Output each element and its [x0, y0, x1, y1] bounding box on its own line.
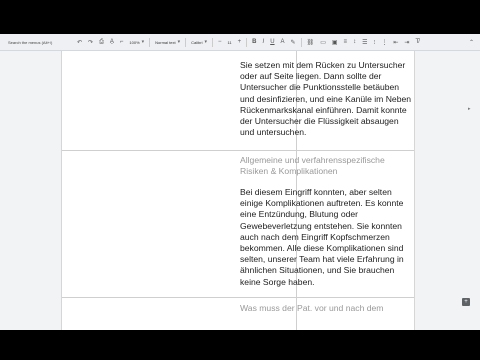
decrease-font-icon[interactable]: − [216, 37, 224, 47]
clear-formatting-icon[interactable]: T̸ [413, 37, 421, 47]
table-cell-risks-text[interactable]: Bei diesem Eingriff konnten, aber selten… [240, 187, 414, 288]
table-row-border [62, 150, 414, 151]
comment-icon[interactable]: ▭ [318, 37, 328, 47]
increase-indent-icon[interactable]: ⇥ [402, 37, 411, 47]
font-dropdown[interactable]: Calibri ▾ [188, 39, 210, 45]
table-row-border [62, 297, 414, 298]
table-cell-risks-heading[interactable]: Allgemeine und verfahrensspezifische Ris… [240, 155, 414, 177]
font-value: Calibri [191, 39, 203, 45]
toolbar-divider [246, 37, 248, 47]
toolbar-divider [149, 37, 151, 47]
formatting-toolbar: Search the menus (Alt+/) ↶ ↷ ⎙ A̱ ⌐ 100%… [0, 34, 480, 51]
undo-icon[interactable]: ↶ [75, 37, 84, 47]
decrease-indent-icon[interactable]: ⇤ [391, 37, 400, 47]
paint-format-icon[interactable]: ⌐ [118, 37, 126, 47]
link-icon[interactable]: ⛓ [305, 37, 317, 47]
style-value: Normal text [155, 39, 176, 45]
letterbox-bottom [0, 330, 480, 360]
font-size-field[interactable]: 11 [225, 40, 235, 45]
style-dropdown[interactable]: Normal text ▾ [152, 39, 183, 45]
bulleted-list-icon[interactable]: ⁝ [371, 37, 377, 47]
line-spacing-icon[interactable]: ↕ [351, 37, 358, 47]
side-ruler-icon: ▸ [468, 106, 471, 112]
redo-icon[interactable]: ↷ [86, 37, 95, 47]
italic-button[interactable]: I [261, 37, 267, 47]
text-color-button[interactable]: A [279, 37, 287, 47]
menu-search-box[interactable]: Search the menus (Alt+/) [8, 37, 70, 47]
chevron-down-icon: ▾ [177, 39, 181, 45]
zoom-dropdown[interactable]: 100% ▾ [126, 39, 147, 45]
explore-icon[interactable]: + [462, 298, 470, 306]
table-cell-next-heading[interactable]: Was muss der Pat. vor und nach dem [240, 303, 414, 314]
align-icon[interactable]: ≡ [342, 37, 350, 47]
toolbar-divider [211, 37, 213, 47]
toolbar-divider [185, 37, 187, 47]
checklist-icon[interactable]: ☰ [360, 37, 369, 47]
bold-button[interactable]: B [250, 37, 258, 47]
chevron-down-icon: ▾ [141, 39, 145, 45]
zoom-value: 100% [129, 39, 140, 45]
spellcheck-icon[interactable]: A̱ [108, 37, 116, 47]
letterbox-top [0, 0, 480, 34]
increase-font-icon[interactable]: + [236, 37, 244, 47]
collapse-toolbar-icon[interactable]: ⌃ [469, 39, 474, 46]
image-icon[interactable]: ▣ [330, 37, 340, 47]
table-cell-procedure[interactable]: Sie setzen mit dem Rücken zu Untersucher… [240, 60, 414, 138]
highlight-icon[interactable]: ✎ [289, 37, 298, 47]
toolbar-divider [300, 37, 302, 47]
chevron-down-icon: ▾ [204, 39, 207, 45]
font-size-value: 11 [227, 39, 232, 45]
underline-button[interactable]: U [268, 37, 276, 47]
numbered-list-icon[interactable]: ⋮ [379, 37, 389, 47]
menu-search-text: Search the menus (Alt+/) [8, 39, 53, 45]
print-icon[interactable]: ⎙ [97, 37, 106, 47]
document-canvas: Sie setzen mit dem Rücken zu Untersucher… [0, 51, 480, 330]
